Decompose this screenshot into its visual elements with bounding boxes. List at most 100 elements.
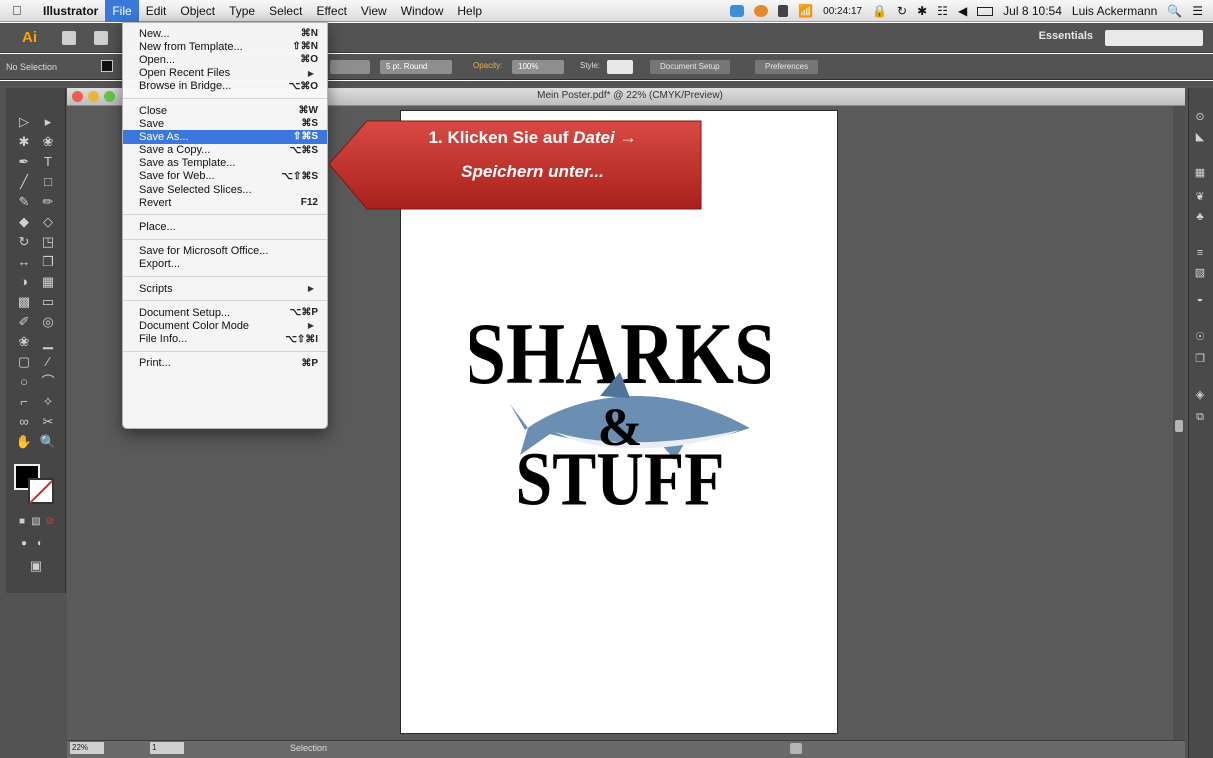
arrange-documents-button[interactable] xyxy=(94,31,108,45)
color-panel-icon[interactable]: ◣ xyxy=(1193,130,1207,144)
gradient-panel-icon[interactable]: ▧ xyxy=(1193,266,1207,280)
magic-wand-tool-icon[interactable]: ✱ xyxy=(12,132,36,152)
antenna-icon[interactable]: 📶 xyxy=(798,4,813,18)
line-tool-icon[interactable]: ╱ xyxy=(12,172,36,192)
dropbox-icon[interactable] xyxy=(730,5,745,17)
menu-type[interactable]: Type xyxy=(222,0,262,22)
eraser-tool-icon[interactable]: ◇ xyxy=(36,212,60,232)
direct-selection-tool-icon[interactable]: ▸ xyxy=(36,112,60,132)
spotlight-icon[interactable]: 🔍 xyxy=(1167,4,1182,18)
shape-builder-tool-icon[interactable]: ◑ xyxy=(12,272,36,292)
free-transform-tool-icon[interactable]: ❐ xyxy=(36,252,60,272)
bluetooth-icon[interactable]: ✱ xyxy=(917,4,927,18)
help-search-input[interactable] xyxy=(1105,30,1203,46)
flux-icon[interactable] xyxy=(754,5,769,17)
menu-illustrator[interactable]: Illustrator xyxy=(36,0,105,22)
menu-item-place[interactable]: Place... xyxy=(123,220,327,233)
menu-item-revert[interactable]: Revert F12 xyxy=(123,196,327,209)
wifi-icon[interactable]: ☷ xyxy=(937,4,948,18)
vertical-scroll-thumb[interactable] xyxy=(1175,420,1183,432)
menu-window[interactable]: Window xyxy=(394,0,451,22)
window-minimize-button[interactable] xyxy=(88,91,99,102)
fill-color-swatch[interactable] xyxy=(101,60,113,72)
evernote-icon[interactable] xyxy=(778,5,789,17)
menu-item-save[interactable]: Save ⌘S xyxy=(123,117,327,130)
poster-artwork[interactable]: SHARKS & STUFF xyxy=(470,300,770,530)
stroke-weight-field[interactable] xyxy=(330,60,370,74)
blob-brush-tool-icon[interactable]: ◆ xyxy=(12,212,36,232)
draw-behind-icon[interactable]: ◐ xyxy=(28,534,52,554)
ellipse-tool-icon[interactable]: ○ xyxy=(12,372,36,392)
menu-item-save-as[interactable]: Save As... ⇧⌘S xyxy=(123,130,327,144)
menu-item-save-a-copy[interactable]: Save a Copy... ⌥⌘S xyxy=(123,144,327,157)
perspective-grid-tool-icon[interactable]: ▦ xyxy=(36,272,60,292)
menu-item-save-for-web[interactable]: Save for Web... ⌥⇧⌘S xyxy=(123,170,327,183)
menu-item-save-for-office[interactable]: Save for Microsoft Office... xyxy=(123,245,327,258)
clock[interactable]: Jul 8 10:54 xyxy=(1003,4,1062,18)
color-guide-panel-icon[interactable]: ⊙ xyxy=(1193,110,1207,124)
pencil-tool-icon[interactable]: ✏ xyxy=(36,192,60,212)
menu-help[interactable]: Help xyxy=(450,0,489,22)
preferences-button[interactable]: Preferences xyxy=(755,60,819,74)
menu-item-export[interactable]: Export... xyxy=(123,258,327,271)
hand-tool-icon[interactable]: ✋ xyxy=(12,432,36,452)
type-tool-icon[interactable]: T xyxy=(36,152,60,172)
workspace-switcher[interactable]: Essentials xyxy=(1039,30,1093,42)
time-machine-icon[interactable]: ↻ xyxy=(897,4,907,18)
menu-select[interactable]: Select xyxy=(262,0,309,22)
artboards-panel-icon[interactable]: ⧉ xyxy=(1193,410,1207,424)
notification-center-icon[interactable]: ☰ xyxy=(1192,4,1203,18)
lock-icon[interactable]: 🔒 xyxy=(872,4,887,18)
menu-item-file-info[interactable]: File Info... ⌥⇧⌘I xyxy=(123,333,327,346)
window-zoom-button[interactable] xyxy=(104,91,115,102)
stroke-color-icon[interactable] xyxy=(28,478,54,504)
menu-item-open[interactable]: Open... ⌘O xyxy=(123,53,327,66)
lasso-tool-icon[interactable]: ❀ xyxy=(36,132,60,152)
graphic-styles-panel-icon[interactable]: ❐ xyxy=(1193,352,1207,366)
menu-item-save-as-template[interactable]: Save as Template... xyxy=(123,157,327,170)
pen-tool-icon[interactable]: ✒ xyxy=(12,152,36,172)
anchor-point-tool-icon[interactable]: ✧ xyxy=(36,392,60,412)
horizontal-scroll-thumb[interactable] xyxy=(790,743,802,754)
chain-link-tool-icon[interactable]: ∞ xyxy=(12,412,36,432)
slice-tool-icon[interactable]: ∕ xyxy=(36,352,60,372)
menu-effect[interactable]: Effect xyxy=(309,0,353,22)
appearance-panel-icon[interactable]: ☉ xyxy=(1193,330,1207,344)
stroke-profile-select[interactable]: 5 pt. Round xyxy=(380,60,452,74)
menu-file[interactable]: File xyxy=(105,0,139,22)
layers-panel-icon[interactable]: ◈ xyxy=(1193,388,1207,402)
menu-item-save-selected-slices[interactable]: Save Selected Slices... xyxy=(123,183,327,196)
rotate-tool-icon[interactable]: ↻ xyxy=(12,232,36,252)
scissors-tool-icon[interactable]: ✂ xyxy=(36,412,60,432)
zoom-level-field[interactable]: 22% xyxy=(70,742,104,754)
menu-view[interactable]: View xyxy=(354,0,394,22)
menu-item-print[interactable]: Print... ⌘P xyxy=(123,357,327,370)
rectangle-tool-icon[interactable]: □ xyxy=(36,172,60,192)
artboard-navigation-field[interactable]: 1 xyxy=(150,742,184,754)
gradient-tool-icon[interactable]: ▭ xyxy=(36,292,60,312)
menu-edit[interactable]: Edit xyxy=(139,0,174,22)
column-graph-tool-icon[interactable]: ▁ xyxy=(36,332,60,352)
document-setup-button[interactable]: Document Setup xyxy=(650,60,730,74)
opacity-field[interactable]: 100% xyxy=(512,60,564,74)
menu-object[interactable]: Object xyxy=(173,0,222,22)
screen-mode-icon[interactable]: ▣ xyxy=(24,556,48,576)
volume-icon[interactable]: ◀ xyxy=(958,4,967,18)
scale-tool-icon[interactable]: ◳ xyxy=(36,232,60,252)
menu-item-document-color-mode[interactable]: Document Color Mode ▶ xyxy=(123,319,327,332)
menu-item-new[interactable]: New... ⌘N xyxy=(123,27,327,40)
symbol-sprayer-tool-icon[interactable]: ❀ xyxy=(12,332,36,352)
mesh-tool-icon[interactable]: ▩ xyxy=(12,292,36,312)
eyedropper-tool-icon[interactable]: ✐ xyxy=(12,312,36,332)
menu-item-open-recent[interactable]: Open Recent Files ▶ xyxy=(123,67,327,80)
menu-item-document-setup[interactable]: Document Setup... ⌥⌘P xyxy=(123,306,327,319)
zoom-tool-icon[interactable]: 🔍 xyxy=(36,432,60,452)
graphic-style-picker[interactable] xyxy=(607,60,633,74)
battery-timer-text[interactable]: 00:24:17 xyxy=(823,6,862,17)
window-close-button[interactable] xyxy=(72,91,83,102)
battery-icon[interactable] xyxy=(977,6,994,16)
symbols-panel-icon[interactable]: ♣ xyxy=(1193,210,1207,224)
curvature-tool-icon[interactable]: ⌐ xyxy=(12,392,36,412)
menu-item-scripts[interactable]: Scripts ▶ xyxy=(123,282,327,295)
user-name[interactable]: Luis Ackermann xyxy=(1072,4,1157,18)
